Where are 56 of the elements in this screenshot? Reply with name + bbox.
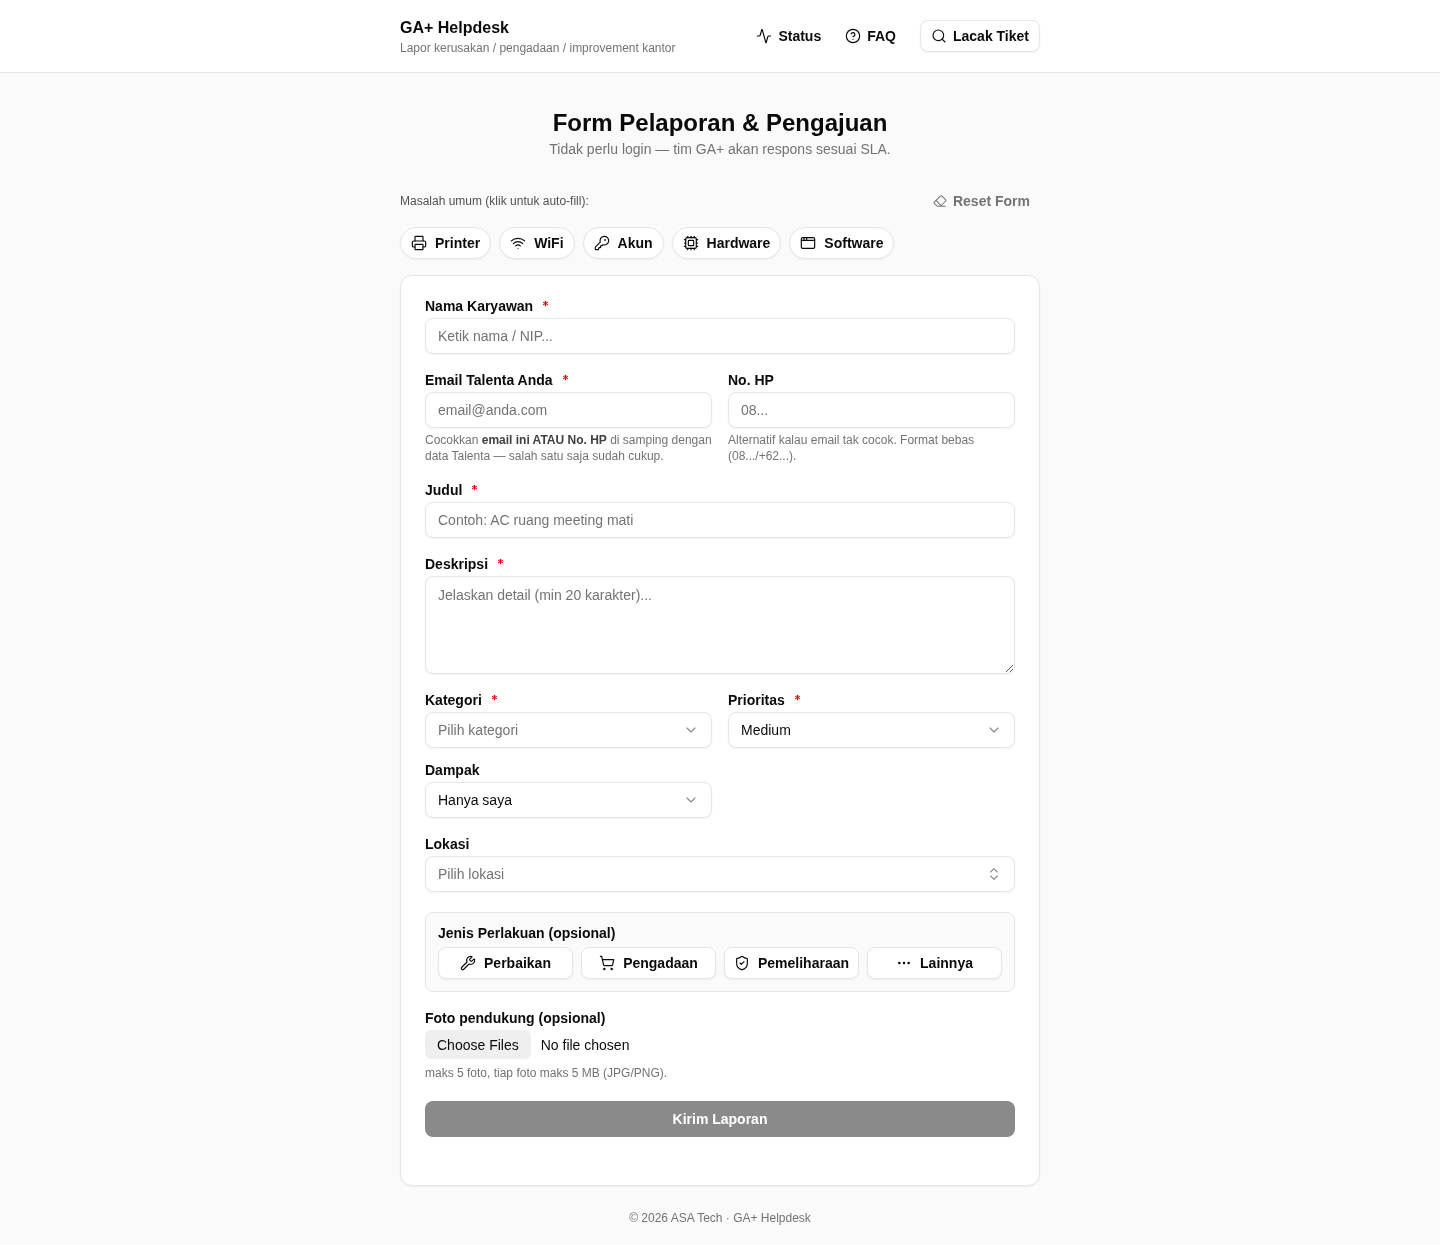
- pulse-icon: [756, 28, 773, 44]
- chip-icon: [682, 235, 699, 251]
- file-status-text: No file chosen: [540, 1035, 630, 1055]
- cart-icon: [599, 955, 616, 971]
- help-text: Cocokkan email ini ATAU No. HP di samping dengan data Talenta — salah satu saja sudah cukup.: [425, 432, 712, 464]
- select-field[interactable]: Medium: [728, 712, 1015, 748]
- field-label: Email Talenta Anda: [425, 371, 553, 390]
- select-field[interactable]: Pilih kategori: [425, 712, 712, 748]
- input-field[interactable]: Contoh: AC ruang meeting mati: [425, 502, 1015, 538]
- field-label: Dampak: [425, 761, 480, 780]
- field-label: Nama Karyawan: [425, 297, 534, 316]
- issue-chip[interactable]: Printer: [400, 227, 492, 259]
- input-field[interactable]: email@anda.com: [425, 392, 712, 428]
- field-label: Kategori: [425, 691, 482, 710]
- site-title: GA+ Helpdesk: [400, 18, 510, 38]
- printer-icon: [411, 235, 427, 251]
- footer-text: © 2026 ASA Tech · GA+ Helpdesk: [629, 1210, 811, 1226]
- input-field[interactable]: 08...: [728, 392, 1015, 428]
- treatment-option[interactable]: Pengadaan: [581, 947, 716, 979]
- wifi-icon: [510, 235, 527, 251]
- site-subtitle: Lapor kerusakan / pengadaan / improvement kantor: [400, 40, 676, 56]
- issue-chip[interactable]: Software: [789, 227, 895, 259]
- select-field[interactable]: Pilih lokasi: [425, 856, 1015, 892]
- help-text: Alternatif kalau email tak cocok. Format bebas (08.../+62...).: [728, 432, 976, 464]
- window-icon: [800, 235, 817, 251]
- treatment-option[interactable]: Lainnya: [867, 947, 1002, 979]
- choose-files-button[interactable]: Choose Files: [425, 1030, 531, 1059]
- field-label: No. HP: [728, 371, 774, 390]
- field-label: Deskripsi: [425, 555, 489, 574]
- page-title: Form Pelaporan & Pengajuan: [552, 108, 888, 138]
- issue-chip[interactable]: WiFi: [499, 227, 575, 259]
- treatment-option[interactable]: Perbaikan: [438, 947, 573, 979]
- issue-chip[interactable]: Hardware: [671, 227, 782, 259]
- eraser-icon: [932, 194, 947, 208]
- track-ticket-button[interactable]: Lacak Tiket: [920, 20, 1040, 52]
- help-icon: [845, 28, 862, 44]
- issue-chip[interactable]: Akun: [582, 227, 664, 259]
- textarea-field[interactable]: Jelaskan detail (min 20 karakter)...: [425, 576, 1015, 674]
- nav-link[interactable]: FAQ: [845, 26, 896, 46]
- search-icon: [931, 28, 947, 44]
- field-label: Judul: [425, 481, 463, 500]
- quick-fill-label: Masalah umum (klik untuk auto-fill):: [400, 193, 589, 209]
- field-label: Prioritas: [728, 691, 785, 710]
- field-label: Foto pendukung (opsional): [425, 1009, 607, 1028]
- treatment-title: Jenis Perlakuan (opsional): [438, 924, 617, 943]
- select-field[interactable]: Hanya saya: [425, 782, 712, 818]
- page-subtitle: Tidak perlu login — tim GA+ akan respons sesuai SLA.: [549, 140, 891, 159]
- shield-check-icon: [733, 955, 750, 971]
- key-icon: [593, 235, 610, 251]
- treatment-option[interactable]: Pemeliharaan: [724, 947, 859, 979]
- field-label: Lokasi: [425, 835, 470, 854]
- nav-link[interactable]: Status: [756, 26, 822, 46]
- wrench-icon: [460, 955, 477, 971]
- reset-form-button[interactable]: Reset Form: [932, 191, 1030, 211]
- input-field[interactable]: Ketik nama / NIP...: [425, 318, 1015, 354]
- help-text: maks 5 foto, tiap foto maks 5 MB (JPG/PNG).: [425, 1065, 669, 1081]
